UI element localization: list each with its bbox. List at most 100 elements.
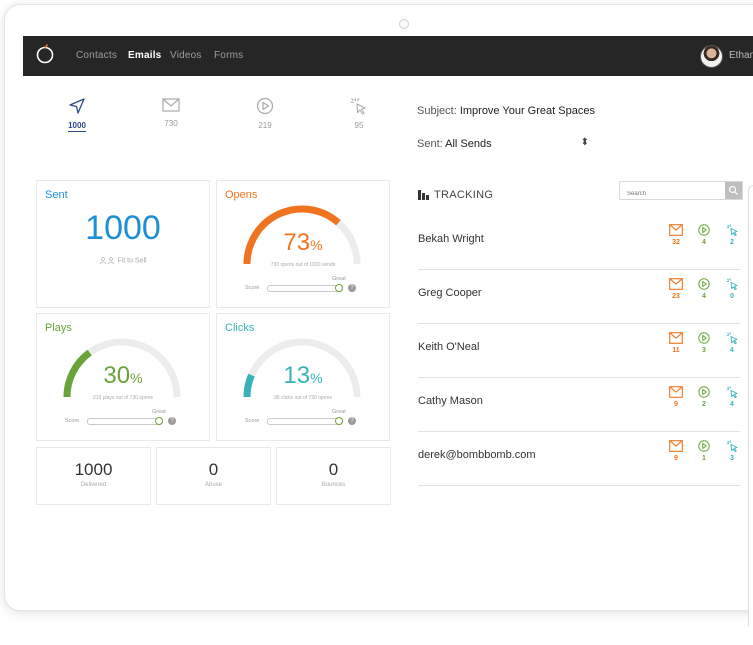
envelope-icon (668, 224, 684, 236)
opens-score-bar (267, 285, 343, 292)
search-icon (728, 185, 738, 195)
opens-count: 9 (674, 455, 678, 462)
email-subject: Subject: Improve Your Great Spaces (417, 105, 595, 117)
cursor-click-icon (724, 440, 740, 452)
sent-filter-value: All Sends (445, 138, 492, 150)
clicks-great-label: Great (332, 409, 346, 415)
device-camera (399, 19, 409, 29)
clicks-count: 3 (730, 455, 734, 462)
plays-card: Plays 30% 219 plays out of 730 opens Gre… (36, 313, 210, 441)
side-panel-edge (748, 185, 753, 626)
plays-card-caption: 219 plays out of 730 opens (92, 395, 154, 401)
subject-value: Improve Your Great Spaces (459, 105, 595, 117)
play-icon (696, 224, 712, 236)
delivered-label: Delivered (80, 482, 107, 488)
clicks-count: 0 (730, 293, 734, 300)
stat-clicks-count: 95 (354, 121, 364, 130)
sent-card-subtitle-row: Fit to Sell (37, 257, 209, 264)
nav-forms[interactable]: Forms (214, 50, 243, 61)
contact-name[interactable]: derek@bombbomb.com (418, 449, 536, 461)
clicks-count: 4 (730, 347, 734, 354)
tracking-row[interactable]: derek@bombbomb.com 9 1 3 (418, 431, 740, 486)
delivered-value: 1000 (74, 460, 113, 479)
plays-card-title: Plays (45, 322, 72, 334)
cursor-click-icon (724, 332, 740, 344)
opens-count: 11 (672, 347, 680, 354)
clicks-score-label: Score (245, 418, 260, 424)
plays-score-bar (87, 418, 163, 425)
row-plays: 1 (696, 440, 712, 462)
row-clicks: 4 (724, 386, 740, 408)
plays-help-icon[interactable]: ? (168, 417, 176, 425)
plays-count: 4 (702, 293, 706, 300)
stat-opens-count: 730 (164, 119, 178, 128)
sent-card: Sent 1000 Fit to Sell (36, 180, 210, 308)
tab-sent[interactable]: 1000 (47, 97, 107, 133)
tab-clicks[interactable]: 95 (329, 97, 389, 130)
search-input[interactable] (620, 186, 725, 202)
envelope-icon (668, 278, 684, 290)
opens-count: 9 (674, 401, 678, 408)
contact-name[interactable]: Bekah Wright (418, 233, 484, 245)
envelope-icon (162, 98, 180, 112)
sort-arrows-icon: ⬍ (580, 137, 589, 148)
stat-plays-count: 219 (258, 121, 272, 130)
nav-emails[interactable]: Emails (128, 50, 161, 61)
cursor-click-icon (724, 386, 740, 398)
clicks-help-icon[interactable]: ? (348, 417, 356, 425)
stat-sent-count: 1000 (68, 121, 86, 132)
contact-name[interactable]: Keith O'Neal (418, 341, 479, 353)
tracking-title: TRACKING (418, 189, 493, 201)
clicks-count: 4 (730, 401, 734, 408)
row-plays: 3 (696, 332, 712, 354)
top-nav: Contacts Emails Videos Forms Ethan (23, 36, 753, 76)
user-name[interactable]: Ethan (729, 50, 753, 61)
plays-count: 2 (702, 401, 706, 408)
row-plays: 4 (696, 224, 712, 246)
tab-plays[interactable]: 219 (235, 97, 295, 130)
plays-count: 1 (702, 455, 706, 462)
bar-chart-icon (418, 190, 429, 201)
search-button[interactable] (725, 182, 742, 199)
plays-score-label: Score (65, 418, 80, 424)
contact-name[interactable]: Cathy Mason (418, 395, 483, 407)
clicks-card: Clicks 13% 95 clicks out of 730 opens Gr… (216, 313, 390, 441)
clicks-card-title: Clicks (225, 322, 255, 334)
tracking-row[interactable]: Cathy Mason 9 2 4 (418, 377, 740, 432)
envelope-icon (668, 332, 684, 344)
plays-count: 3 (702, 347, 706, 354)
tracking-row[interactable]: Keith O'Neal 11 3 4 (418, 323, 740, 378)
cursor-click-icon (724, 278, 740, 290)
abuse-value: 0 (208, 460, 219, 479)
plays-count: 4 (702, 239, 706, 246)
contact-name[interactable]: Greg Cooper (418, 287, 482, 299)
row-plays: 2 (696, 386, 712, 408)
tab-opens[interactable]: 730 (141, 97, 201, 128)
cursor-click-icon (724, 224, 740, 236)
sent-card-subtitle: Fit to Sell (117, 257, 147, 265)
opens-help-icon[interactable]: ? (348, 284, 356, 292)
opens-count: 23 (672, 293, 680, 300)
row-opens: 23 (668, 278, 684, 300)
nav-videos[interactable]: Videos (170, 50, 202, 61)
row-clicks: 2 (724, 224, 740, 246)
user-avatar[interactable] (700, 45, 723, 68)
row-opens: 32 (668, 224, 684, 246)
tracking-row[interactable]: Greg Cooper 23 4 0 (418, 269, 740, 324)
nav-contacts[interactable]: Contacts (76, 50, 117, 61)
play-icon (696, 278, 712, 290)
opens-great-label: Great (332, 276, 346, 282)
row-plays: 4 (696, 278, 712, 300)
bombbomb-logo-icon[interactable] (35, 44, 55, 64)
delivered-card: 1000 Delivered (36, 447, 151, 505)
play-icon (696, 386, 712, 398)
tracking-search (619, 181, 743, 202)
sent-card-title: Sent (45, 189, 68, 201)
row-opens: 9 (668, 440, 684, 462)
tracking-row[interactable]: Bekah Wright 32 4 2 (418, 215, 740, 270)
sent-filter-select[interactable]: Sent: All Sends ⬍ (417, 137, 589, 150)
send-icon (69, 98, 85, 114)
plays-card-value: 30% (103, 362, 143, 389)
plays-great-label: Great (152, 409, 166, 415)
sent-card-value: 1000 (85, 209, 161, 247)
